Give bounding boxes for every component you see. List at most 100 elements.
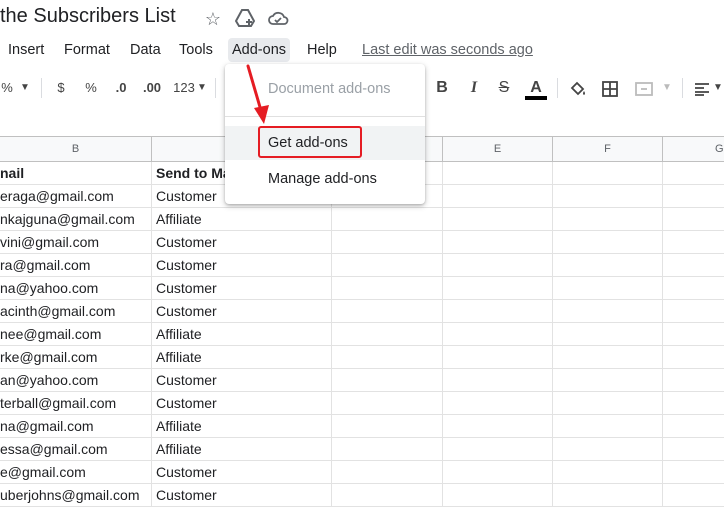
cell[interactable]: [332, 415, 443, 437]
cell[interactable]: uberjohns@gmail.com: [0, 484, 152, 506]
cell[interactable]: Affiliate: [152, 346, 332, 368]
chevron-down-icon[interactable]: ▼: [660, 66, 674, 110]
more-formats-button[interactable]: 123: [170, 66, 198, 110]
cell[interactable]: [663, 277, 724, 299]
cell[interactable]: Affiliate: [152, 323, 332, 345]
cell[interactable]: [663, 300, 724, 322]
cell[interactable]: [332, 392, 443, 414]
merge-cells-icon[interactable]: [632, 66, 656, 110]
cell[interactable]: [663, 254, 724, 276]
column-b-header[interactable]: B: [0, 137, 152, 161]
cell[interactable]: Customer: [152, 254, 332, 276]
borders-icon[interactable]: [598, 66, 622, 110]
cell[interactable]: [443, 415, 553, 437]
cell[interactable]: [332, 438, 443, 460]
cell[interactable]: Affiliate: [152, 438, 332, 460]
cell[interactable]: [332, 300, 443, 322]
cell[interactable]: [663, 392, 724, 414]
cell[interactable]: na@gmail.com: [0, 415, 152, 437]
cell[interactable]: [332, 254, 443, 276]
cell[interactable]: [553, 231, 663, 253]
menu-insert[interactable]: Insert: [4, 38, 48, 62]
cell[interactable]: Affiliate: [152, 415, 332, 437]
move-to-drive-icon[interactable]: [234, 8, 256, 30]
cell[interactable]: [663, 415, 724, 437]
cell[interactable]: [443, 162, 553, 184]
cell[interactable]: [553, 208, 663, 230]
cell[interactable]: Customer: [152, 277, 332, 299]
cell[interactable]: Customer: [152, 392, 332, 414]
cell[interactable]: terball@gmail.com: [0, 392, 152, 414]
column-e-header[interactable]: E: [443, 137, 553, 161]
cell[interactable]: [663, 346, 724, 368]
cell[interactable]: [443, 346, 553, 368]
cell[interactable]: [332, 231, 443, 253]
cell[interactable]: [443, 323, 553, 345]
cell[interactable]: [663, 208, 724, 230]
cell[interactable]: [663, 323, 724, 345]
cell[interactable]: [553, 415, 663, 437]
cell[interactable]: nee@gmail.com: [0, 323, 152, 345]
cell[interactable]: acinth@gmail.com: [0, 300, 152, 322]
cell[interactable]: [443, 461, 553, 483]
cell[interactable]: [443, 254, 553, 276]
cell[interactable]: nkajguna@gmail.com: [0, 208, 152, 230]
cell[interactable]: [332, 346, 443, 368]
cell[interactable]: Affiliate: [152, 208, 332, 230]
cell[interactable]: nail: [0, 162, 152, 184]
column-g-header[interactable]: G: [663, 137, 724, 161]
cell[interactable]: [553, 162, 663, 184]
cell[interactable]: [553, 392, 663, 414]
cell[interactable]: [443, 277, 553, 299]
increase-decimal-button[interactable]: .00: [140, 66, 164, 110]
menu-format[interactable]: Format: [60, 38, 114, 62]
cell[interactable]: eraga@gmail.com: [0, 185, 152, 207]
cell[interactable]: [663, 484, 724, 506]
cell[interactable]: [553, 438, 663, 460]
cell[interactable]: [332, 484, 443, 506]
cell[interactable]: [553, 185, 663, 207]
cell[interactable]: [553, 277, 663, 299]
currency-format-button[interactable]: $: [52, 66, 70, 110]
decrease-decimal-button[interactable]: .0: [110, 66, 132, 110]
cell[interactable]: [443, 438, 553, 460]
cell[interactable]: [553, 300, 663, 322]
cell[interactable]: [663, 369, 724, 391]
cell[interactable]: na@yahoo.com: [0, 277, 152, 299]
cell[interactable]: [663, 438, 724, 460]
cell[interactable]: [332, 323, 443, 345]
cell[interactable]: vini@gmail.com: [0, 231, 152, 253]
strikethrough-button[interactable]: S: [494, 66, 514, 110]
cell[interactable]: [332, 208, 443, 230]
align-left-icon[interactable]: [692, 66, 712, 110]
text-color-button[interactable]: A: [524, 66, 548, 110]
cell[interactable]: Customer: [152, 484, 332, 506]
cell[interactable]: [663, 231, 724, 253]
menu-item-manage-addons[interactable]: Manage add-ons: [225, 162, 425, 196]
cell[interactable]: [553, 346, 663, 368]
cell[interactable]: [443, 484, 553, 506]
document-title[interactable]: the Subscribers List: [0, 5, 176, 28]
last-edit-link[interactable]: Last edit was seconds ago: [362, 38, 533, 62]
bold-button[interactable]: B: [432, 66, 452, 110]
cell[interactable]: [553, 254, 663, 276]
chevron-down-icon[interactable]: ▼: [712, 66, 724, 110]
cell[interactable]: [553, 369, 663, 391]
menu-addons[interactable]: Add-ons: [228, 38, 291, 62]
cell[interactable]: an@yahoo.com: [0, 369, 152, 391]
cell[interactable]: [443, 208, 553, 230]
cell[interactable]: essa@gmail.com: [0, 438, 152, 460]
percent-left-button[interactable]: %: [0, 66, 14, 110]
chevron-down-icon[interactable]: ▼: [18, 66, 32, 110]
cell[interactable]: [443, 392, 553, 414]
column-f-header[interactable]: F: [553, 137, 663, 161]
cell[interactable]: Customer: [152, 461, 332, 483]
menu-tools[interactable]: Tools: [175, 38, 217, 62]
cell[interactable]: [553, 323, 663, 345]
cell[interactable]: Customer: [152, 300, 332, 322]
star-icon[interactable]: ☆: [202, 8, 224, 30]
cell[interactable]: [553, 484, 663, 506]
menu-data[interactable]: Data: [126, 38, 165, 62]
cell[interactable]: [443, 300, 553, 322]
percent-format-button[interactable]: %: [82, 66, 100, 110]
